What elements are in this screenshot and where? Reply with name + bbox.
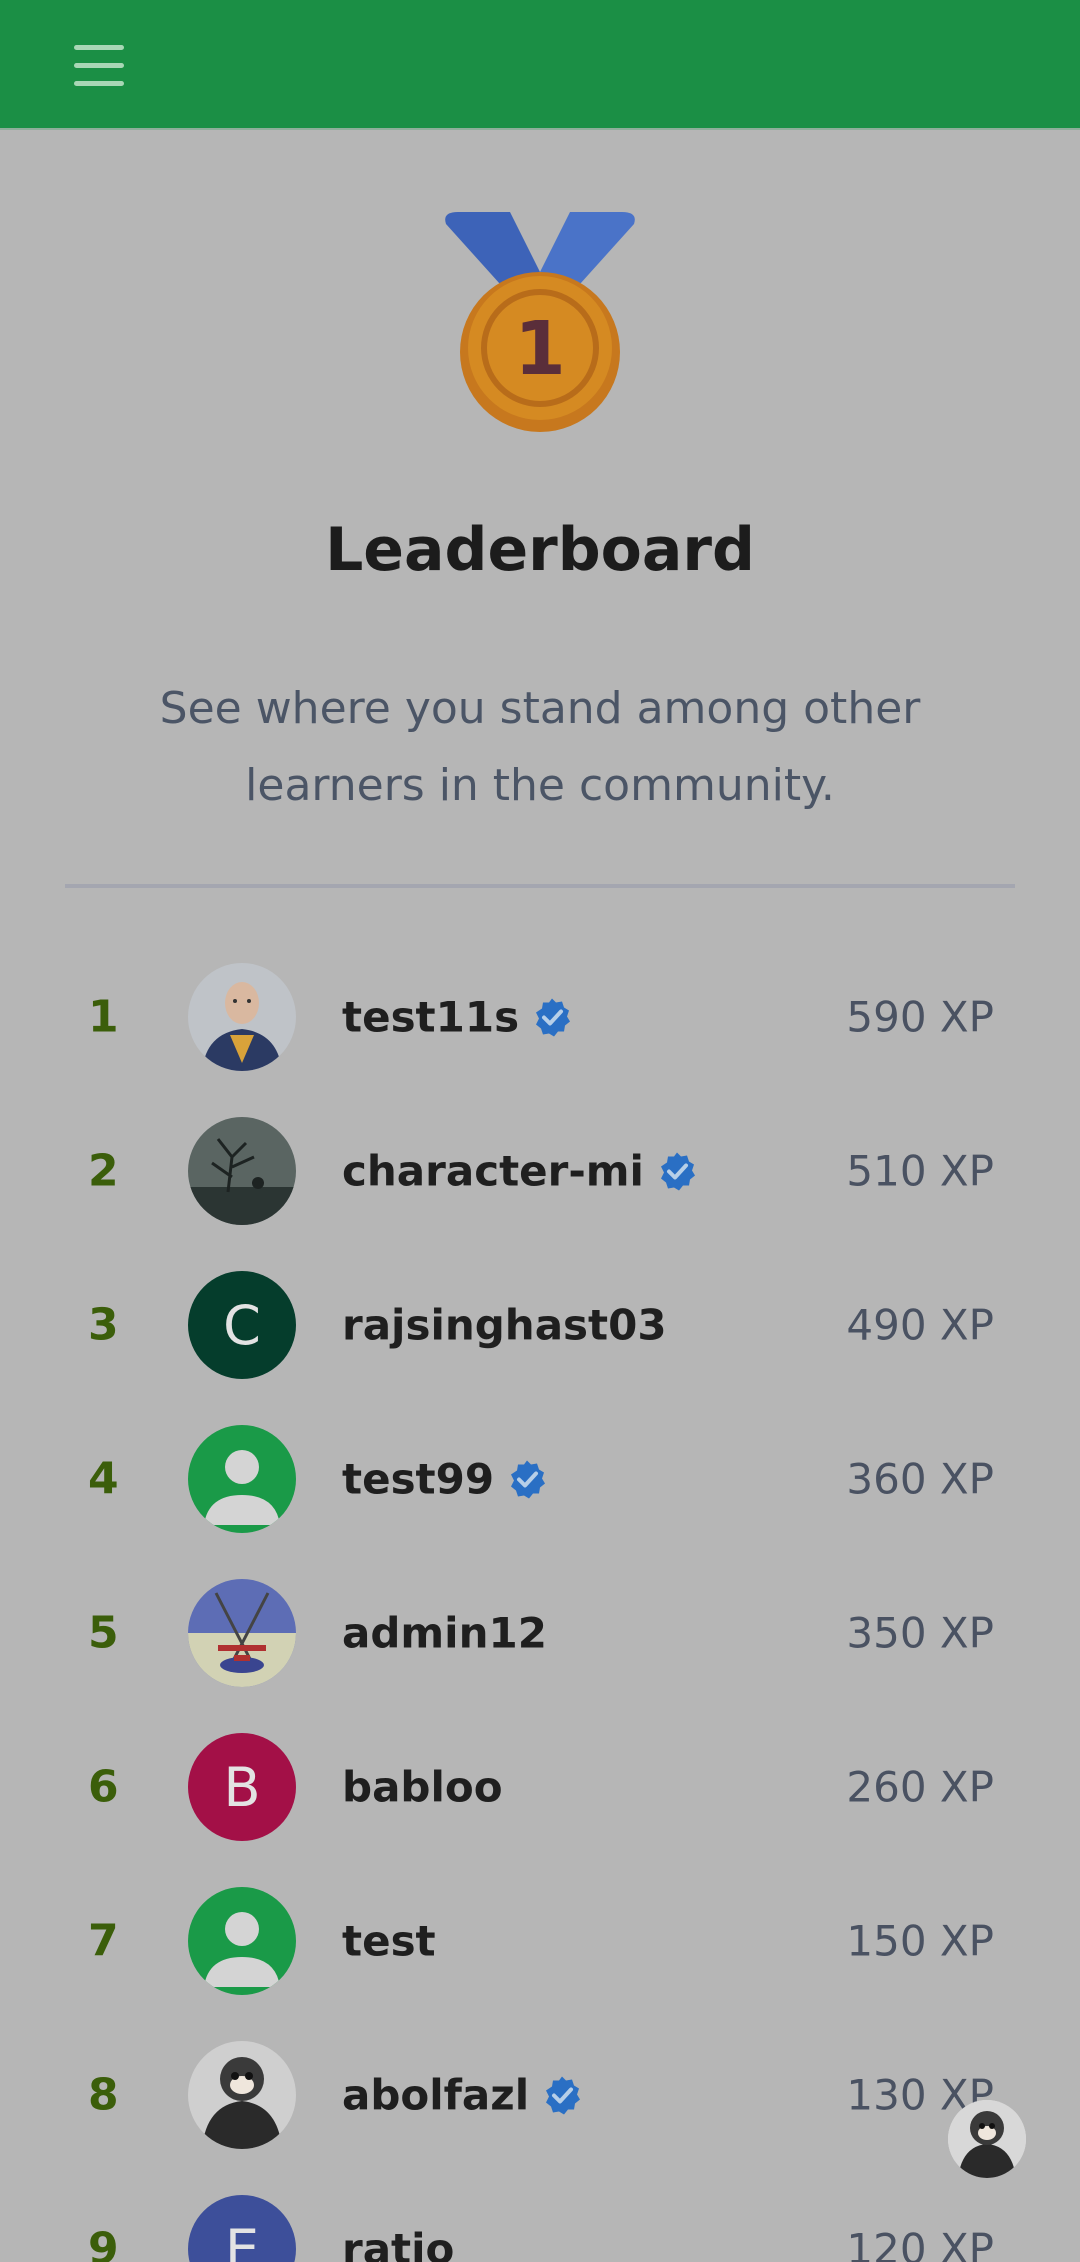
rank-number: 3: [88, 1299, 119, 1351]
cat-photo-avatar[interactable]: [188, 2041, 296, 2149]
letter-avatar[interactable]: B: [188, 1733, 296, 1841]
username-text: rajsinghast03: [342, 1300, 667, 1350]
username[interactable]: test99: [342, 1455, 548, 1504]
username[interactable]: rajsinghast03: [342, 1301, 667, 1350]
curling-photo-avatar[interactable]: [188, 1579, 296, 1687]
username-text: admin12: [342, 1608, 547, 1658]
leaderboard-row[interactable]: 4 test99 360 XP: [0, 1402, 1080, 1556]
username-text: test99: [342, 1454, 495, 1504]
rank-number: 7: [88, 1915, 119, 1967]
rank-number: 2: [88, 1145, 119, 1197]
username-text: character-mi: [342, 1146, 644, 1196]
leaderboard-list: 1 test11s 590 XP 2 character-mi 510 XP 3 Crajsi…: [0, 940, 1080, 2262]
xp-value: 490 XP: [846, 1300, 994, 1350]
letter-avatar[interactable]: E: [188, 2195, 296, 2262]
username-text: abolfazl: [342, 2070, 530, 2120]
username-text: babloo: [342, 1762, 503, 1812]
xp-value: 510 XP: [846, 1146, 994, 1196]
leaderboard-row[interactable]: 9 Eratio 120 XP: [0, 2172, 1080, 2262]
verified-badge-icon: [531, 996, 573, 1038]
xp-value: 120 XP: [846, 2224, 994, 2262]
top-app-bar: [0, 0, 1080, 130]
letter-avatar[interactable]: C: [188, 1271, 296, 1379]
rank-number: 1: [88, 991, 119, 1043]
rank-number: 8: [88, 2069, 119, 2121]
username-text: ratio: [342, 2224, 455, 2262]
default-user-avatar[interactable]: [188, 1887, 296, 1995]
cat-photo-avatar[interactable]: [948, 2100, 1026, 2178]
xp-value: 350 XP: [846, 1608, 994, 1658]
page-title: Leaderboard: [325, 515, 755, 585]
divider: [65, 884, 1015, 888]
svg-text:1: 1: [514, 306, 566, 392]
leaderboard-row[interactable]: 2 character-mi 510 XP: [0, 1094, 1080, 1248]
username[interactable]: babloo: [342, 1763, 503, 1812]
username[interactable]: test11s: [342, 993, 573, 1042]
username[interactable]: admin12: [342, 1609, 547, 1658]
leaderboard-row[interactable]: 7 test 150 XP: [0, 1864, 1080, 2018]
tree-photo-avatar[interactable]: [188, 1117, 296, 1225]
leaderboard-row[interactable]: 6 Bbabloo 260 XP: [0, 1710, 1080, 1864]
xp-value: 150 XP: [846, 1916, 994, 1966]
leaderboard-row[interactable]: 8 abolfazl 130 XP: [0, 2018, 1080, 2172]
rank-number: 5: [88, 1607, 119, 1659]
man-photo-avatar[interactable]: [188, 963, 296, 1071]
rank-number: 4: [88, 1453, 119, 1505]
leaderboard-row[interactable]: 3 Crajsinghast03 490 XP: [0, 1248, 1080, 1402]
xp-value: 360 XP: [846, 1454, 994, 1504]
username[interactable]: abolfazl: [342, 2071, 583, 2120]
hamburger-menu-icon[interactable]: [60, 30, 140, 100]
default-user-avatar[interactable]: [188, 1425, 296, 1533]
xp-value: 590 XP: [846, 992, 994, 1042]
rank-number: 9: [88, 2223, 119, 2262]
leaderboard-row[interactable]: 5 admin12 350 XP: [0, 1556, 1080, 1710]
leaderboard-row[interactable]: 1 test11s 590 XP: [0, 940, 1080, 1094]
rank-number: 6: [88, 1761, 119, 1813]
username[interactable]: ratio: [342, 2225, 454, 2262]
verified-badge-icon: [656, 1150, 698, 1192]
username-text: test: [342, 1916, 436, 1966]
username-text: test11s: [342, 992, 520, 1042]
page-subtitle: See where you stand among other learners…: [159, 683, 921, 811]
verified-badge-icon: [541, 2074, 583, 2116]
username[interactable]: character-mi: [342, 1147, 698, 1196]
gold-medal-icon: 1: [440, 212, 640, 437]
xp-value: 260 XP: [846, 1762, 994, 1812]
username[interactable]: test: [342, 1917, 436, 1966]
verified-badge-icon: [506, 1458, 548, 1500]
